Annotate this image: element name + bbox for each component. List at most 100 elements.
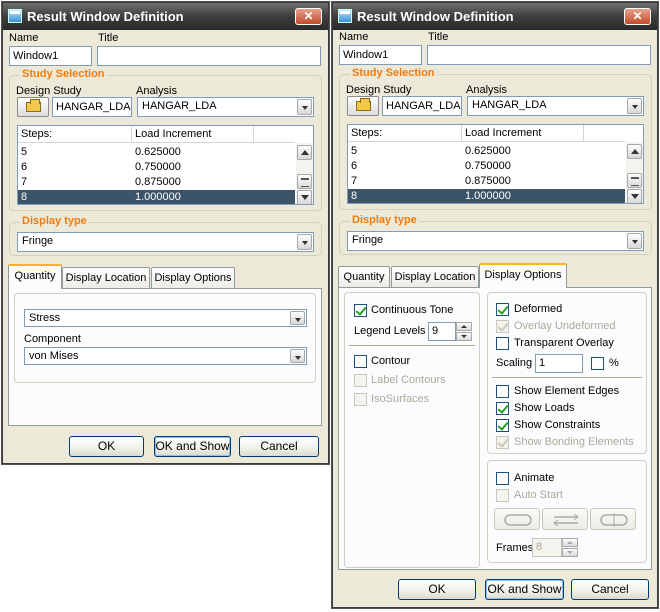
load-cell: 0.625000 (465, 145, 511, 157)
table-row-selected[interactable]: 8 1.000000 (18, 190, 295, 204)
analysis-select[interactable]: HANGAR_LDA (467, 96, 644, 116)
title-bar[interactable]: Result Window Definition ✕ (333, 3, 657, 30)
dialog-title: Result Window Definition (27, 9, 184, 24)
steps-list[interactable]: Steps: Load Increment 5 0.625000 6 0.75000… (347, 124, 644, 204)
scaling-label: Scaling (496, 357, 533, 369)
frames-label: Frames (496, 542, 534, 554)
steps-list[interactable]: Steps: Load Increment 5 0.625000 6 0.75000… (17, 125, 314, 205)
scroll-thumb[interactable] (297, 174, 312, 189)
show-bonding-elements-checkbox[interactable] (496, 436, 509, 449)
name-label: Name (9, 32, 39, 44)
table-row[interactable]: 7 0.875000 (18, 175, 295, 190)
study-selection-title: Study Selection (20, 68, 107, 80)
load-increment-column-header[interactable]: Load Increment (462, 125, 584, 142)
scaling-percent-checkbox[interactable] (591, 357, 604, 370)
chevron-down-icon[interactable] (297, 99, 312, 115)
close-button[interactable]: ✕ (295, 8, 322, 25)
chevron-down-icon[interactable] (627, 233, 642, 249)
table-row[interactable]: 6 0.750000 (18, 160, 295, 175)
animate-label: Animate (514, 472, 555, 484)
cancel-button[interactable]: Cancel (571, 579, 649, 600)
deformed-checkbox[interactable] (496, 303, 509, 316)
table-row[interactable]: 5 0.625000 (18, 145, 295, 160)
cancel-button[interactable]: Cancel (239, 436, 319, 457)
analysis-select[interactable]: HANGAR_LDA (137, 97, 314, 117)
result-window-definition-dialog-right: Result Window Definition ✕ Name Title Wi… (332, 2, 658, 608)
ok-button[interactable]: OK (69, 436, 144, 457)
chevron-down-icon[interactable] (290, 349, 305, 363)
step-cell: 6 (351, 160, 358, 172)
display-type-value: Fringe (352, 234, 384, 246)
tab-display-options[interactable]: Display Options (479, 263, 567, 288)
ok-and-show-button[interactable]: OK and Show (154, 436, 231, 457)
title-field[interactable] (427, 45, 651, 65)
dialog-title: Result Window Definition (357, 9, 514, 24)
animation-bounce-button[interactable] (590, 508, 636, 530)
chevron-down-icon[interactable] (627, 98, 642, 114)
animation-forward-back-button[interactable] (542, 508, 588, 530)
animate-checkbox[interactable] (496, 472, 509, 485)
load-increment-column-header[interactable]: Load Increment (132, 126, 254, 143)
analysis-label: Analysis (466, 84, 507, 96)
component-label: Component (24, 333, 81, 345)
ok-and-show-button[interactable]: OK and Show (485, 579, 564, 600)
scroll-down-icon[interactable] (297, 190, 312, 204)
scroll-thumb[interactable] (627, 173, 642, 188)
design-study-field[interactable]: HANGAR_LDA (52, 97, 132, 117)
chevron-down-icon[interactable] (297, 234, 312, 250)
percent-label: % (609, 357, 619, 369)
name-field[interactable]: Window1 (9, 46, 92, 66)
overlay-undeformed-label: Overlay Undeformed (514, 320, 616, 332)
animation-cycle-button[interactable] (494, 508, 540, 530)
title-field[interactable] (97, 46, 321, 66)
table-row[interactable]: 5 0.625000 (348, 144, 625, 159)
steps-scrollbar[interactable] (626, 142, 643, 203)
show-element-edges-checkbox[interactable] (496, 385, 509, 398)
display-type-title: Display type (350, 214, 419, 226)
show-constraints-checkbox[interactable] (496, 419, 509, 432)
tab-display-options[interactable]: Display Options (151, 267, 235, 289)
tab-quantity[interactable]: Quantity (8, 264, 62, 289)
transparent-overlay-checkbox[interactable] (496, 337, 509, 350)
quantity-select[interactable]: Stress (24, 309, 307, 327)
frames-field[interactable]: 8 (532, 538, 562, 557)
overlay-undeformed-checkbox[interactable] (496, 320, 509, 333)
steps-column-header[interactable]: Steps: (348, 125, 462, 142)
table-row-selected[interactable]: 8 1.000000 (348, 189, 625, 203)
design-study-label: Design Study (16, 85, 82, 97)
analysis-value: HANGAR_LDA (472, 99, 547, 111)
chevron-down-icon[interactable] (290, 311, 305, 325)
open-design-study-button[interactable] (347, 96, 379, 116)
tab-display-location[interactable]: Display Location (62, 267, 150, 289)
table-row[interactable]: 7 0.875000 (348, 174, 625, 189)
steps-scrollbar[interactable] (296, 143, 313, 204)
auto-start-label: Auto Start (514, 489, 563, 501)
quantity-value: Stress (29, 312, 61, 324)
spin-up-icon[interactable] (562, 538, 578, 547)
display-type-title: Display type (20, 215, 89, 227)
design-study-field[interactable]: HANGAR_LDA (382, 96, 462, 116)
component-select[interactable]: von Mises (24, 347, 307, 365)
load-cell: 1.000000 (465, 190, 511, 202)
tab-quantity[interactable]: Quantity (338, 266, 390, 288)
scaling-field[interactable]: 1 (535, 354, 583, 373)
display-type-select[interactable]: Fringe (347, 231, 644, 251)
table-row[interactable]: 6 0.750000 (348, 159, 625, 174)
name-field[interactable]: Window1 (339, 45, 422, 65)
show-loads-checkbox[interactable] (496, 402, 509, 415)
scroll-down-icon[interactable] (627, 189, 642, 203)
frames-spinner[interactable] (562, 538, 578, 558)
scroll-up-icon[interactable] (297, 145, 312, 160)
load-cell: 0.875000 (465, 175, 511, 187)
title-bar[interactable]: Result Window Definition ✕ (3, 3, 328, 30)
close-button[interactable]: ✕ (624, 8, 651, 25)
auto-start-checkbox[interactable] (496, 489, 509, 502)
open-design-study-button[interactable] (17, 97, 49, 117)
scroll-up-icon[interactable] (627, 144, 642, 159)
ok-button[interactable]: OK (398, 579, 476, 600)
spin-down-icon[interactable] (562, 548, 578, 557)
tab-display-location[interactable]: Display Location (391, 266, 479, 288)
show-bonding-elements-label: Show Bonding Elements (514, 436, 634, 448)
display-type-select[interactable]: Fringe (17, 232, 314, 252)
steps-column-header[interactable]: Steps: (18, 126, 132, 143)
